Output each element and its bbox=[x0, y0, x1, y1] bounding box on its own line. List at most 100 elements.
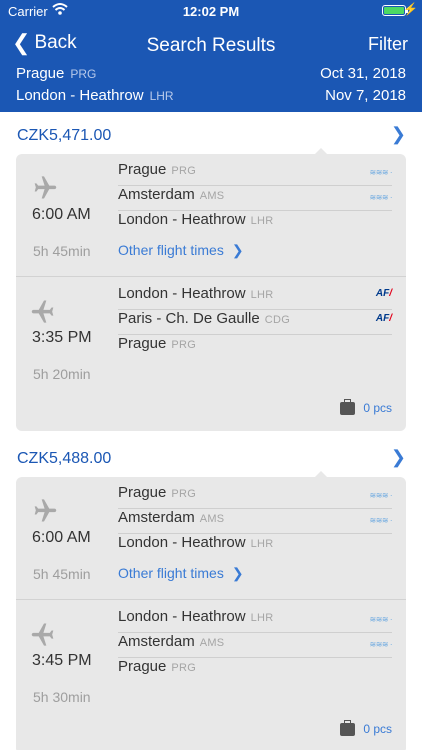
chevron-left-icon: ❮ bbox=[12, 30, 31, 55]
stop-code: PRG bbox=[171, 339, 197, 351]
stop-code: AMS bbox=[199, 637, 225, 649]
stop-row: Amsterdam AMS ≋≋≋ · bbox=[118, 633, 392, 658]
stop-city: London - Heathrow bbox=[118, 608, 246, 625]
chevron-right-icon: ❯ bbox=[231, 242, 244, 258]
air-france-logo-icon: AF/ bbox=[375, 313, 392, 324]
route-date: Nov 7, 2018 bbox=[325, 87, 406, 104]
stop-row: Paris - Ch. De Gaulle CDG AF/ bbox=[118, 310, 392, 335]
stop-city: Amsterdam bbox=[118, 186, 195, 203]
price-label: CZK5,488.00 bbox=[17, 450, 112, 467]
outbound-leg: 6:00 AM 5h 45min Prague PRG ≋≋≋ · Amsterd… bbox=[16, 477, 406, 599]
airplane-icon bbox=[34, 176, 57, 199]
status-bar: Carrier 12:02 PM ⚡ bbox=[0, 0, 422, 22]
flight-duration: 5h 45min bbox=[33, 243, 91, 259]
app-header: Carrier 12:02 PM ⚡ ❮ Back Search Results… bbox=[0, 0, 422, 112]
stop-row: London - Heathrow LHR bbox=[118, 534, 392, 559]
baggage-count: 0 pcs bbox=[363, 401, 392, 415]
chevron-right-icon: ❯ bbox=[390, 447, 406, 467]
stop-row: Prague PRG ≋≋≋ · bbox=[118, 484, 392, 509]
klm-logo-icon: ≋≋≋ · bbox=[369, 491, 393, 500]
klm-logo-icon: ≋≋≋ · bbox=[369, 615, 393, 624]
stop-row: Prague PRG ≋≋≋ · bbox=[118, 161, 392, 186]
filter-button[interactable]: Filter bbox=[368, 34, 408, 55]
stop-city: Prague bbox=[118, 335, 167, 352]
other-flight-times-link[interactable]: Other flight times ❯ bbox=[118, 242, 244, 259]
flight-duration: 5h 20min bbox=[33, 366, 91, 382]
return-leg: 3:35 PM 5h 20min London - Heathrow LHR AF… bbox=[16, 276, 406, 431]
other-flight-times-link[interactable]: Other flight times ❯ bbox=[118, 565, 244, 582]
stop-city: Paris - Ch. De Gaulle bbox=[118, 310, 260, 327]
route-code: LHR bbox=[149, 89, 174, 103]
departure-time: 3:35 PM bbox=[32, 329, 92, 346]
nav-bar: ❮ Back Search Results Filter bbox=[0, 30, 422, 60]
route-origin: Prague PRG Oct 31, 2018 bbox=[16, 65, 406, 82]
departure-time: 6:00 AM bbox=[32, 206, 91, 223]
stop-row: Amsterdam AMS ≋≋≋ · bbox=[118, 509, 392, 534]
luggage-icon bbox=[340, 398, 356, 415]
stop-row: London - Heathrow LHR ≋≋≋ · bbox=[118, 608, 392, 633]
price-label: CZK5,471.00 bbox=[17, 127, 112, 144]
result-item[interactable]: CZK5,488.00 ❯ 6:00 AM 5h 45min Prague PRG… bbox=[0, 435, 422, 750]
other-times-label: Other flight times bbox=[118, 565, 224, 581]
departure-time: 3:45 PM bbox=[32, 652, 92, 669]
stop-row: London - Heathrow LHR bbox=[118, 211, 392, 236]
klm-logo-icon: ≋≋≋ · bbox=[369, 640, 393, 649]
chevron-right-icon: ❯ bbox=[231, 565, 244, 581]
stop-row: Amsterdam AMS ≋≋≋ · bbox=[118, 186, 392, 211]
klm-logo-icon: ≋≋≋ · bbox=[369, 168, 393, 177]
stop-code: PRG bbox=[171, 488, 197, 500]
result-item[interactable]: CZK5,471.00 ❯ 6:00 AM 5h 45min Prague PRG… bbox=[0, 112, 422, 437]
chevron-right-icon: ❯ bbox=[390, 124, 406, 144]
flight-duration: 5h 45min bbox=[33, 566, 91, 582]
stop-row: Prague PRG bbox=[118, 658, 392, 683]
stop-code: AMS bbox=[199, 190, 225, 202]
stop-code: LHR bbox=[250, 215, 274, 227]
klm-logo-icon: ≋≋≋ · bbox=[369, 516, 393, 525]
route-date: Oct 31, 2018 bbox=[320, 65, 406, 82]
stop-city: Prague bbox=[118, 658, 167, 675]
stop-row: Prague PRG bbox=[118, 335, 392, 360]
itinerary-card[interactable]: 6:00 AM 5h 45min Prague PRG ≋≋≋ · Amsterd… bbox=[16, 148, 406, 431]
stop-city: Prague bbox=[118, 484, 167, 501]
stop-code: LHR bbox=[250, 612, 274, 624]
stop-row: London - Heathrow LHR AF/ bbox=[118, 285, 392, 310]
baggage-count: 0 pcs bbox=[363, 722, 392, 736]
flight-duration: 5h 30min bbox=[33, 689, 91, 705]
price-row[interactable]: CZK5,471.00 ❯ bbox=[0, 112, 422, 154]
return-leg: 3:45 PM 5h 30min London - Heathrow LHR ≋≋… bbox=[16, 599, 406, 750]
other-times-label: Other flight times bbox=[118, 242, 224, 258]
results-list: CZK5,471.00 ❯ 6:00 AM 5h 45min Prague PRG… bbox=[0, 112, 422, 750]
stop-city: Amsterdam bbox=[118, 633, 195, 650]
stop-city: Amsterdam bbox=[118, 509, 195, 526]
baggage-info: 0 pcs bbox=[340, 398, 392, 415]
airplane-icon bbox=[34, 499, 57, 522]
itinerary-card[interactable]: 6:00 AM 5h 45min Prague PRG ≋≋≋ · Amsterd… bbox=[16, 471, 406, 750]
stop-city: London - Heathrow bbox=[118, 285, 246, 302]
back-button[interactable]: ❮ Back bbox=[12, 32, 77, 54]
route-destination: London - Heathrow LHR Nov 7, 2018 bbox=[16, 87, 406, 104]
price-row[interactable]: CZK5,488.00 ❯ bbox=[0, 435, 422, 477]
stop-code: AMS bbox=[199, 513, 225, 525]
charging-icon: ⚡ bbox=[403, 2, 418, 16]
airplane-icon bbox=[31, 623, 54, 646]
stop-city: London - Heathrow bbox=[118, 211, 246, 228]
klm-logo-icon: ≋≋≋ · bbox=[369, 193, 393, 202]
stop-code: PRG bbox=[171, 165, 197, 177]
clock: 12:02 PM bbox=[182, 4, 240, 19]
stop-code: PRG bbox=[171, 662, 197, 674]
route-city: London - Heathrow bbox=[16, 87, 144, 104]
stop-code: LHR bbox=[250, 289, 274, 301]
back-label: Back bbox=[34, 32, 77, 53]
stop-city: Prague bbox=[118, 161, 167, 178]
baggage-info: 0 pcs bbox=[340, 719, 392, 736]
route-code: PRG bbox=[70, 67, 97, 81]
airplane-icon bbox=[31, 300, 54, 323]
route-city: Prague bbox=[16, 65, 65, 82]
stop-city: London - Heathrow bbox=[118, 534, 246, 551]
stop-code: LHR bbox=[250, 538, 274, 550]
air-france-logo-icon: AF/ bbox=[375, 288, 392, 299]
stop-code: CDG bbox=[264, 314, 291, 326]
departure-time: 6:00 AM bbox=[32, 529, 91, 546]
luggage-icon bbox=[340, 719, 356, 736]
outbound-leg: 6:00 AM 5h 45min Prague PRG ≋≋≋ · Amsterd… bbox=[16, 154, 406, 276]
